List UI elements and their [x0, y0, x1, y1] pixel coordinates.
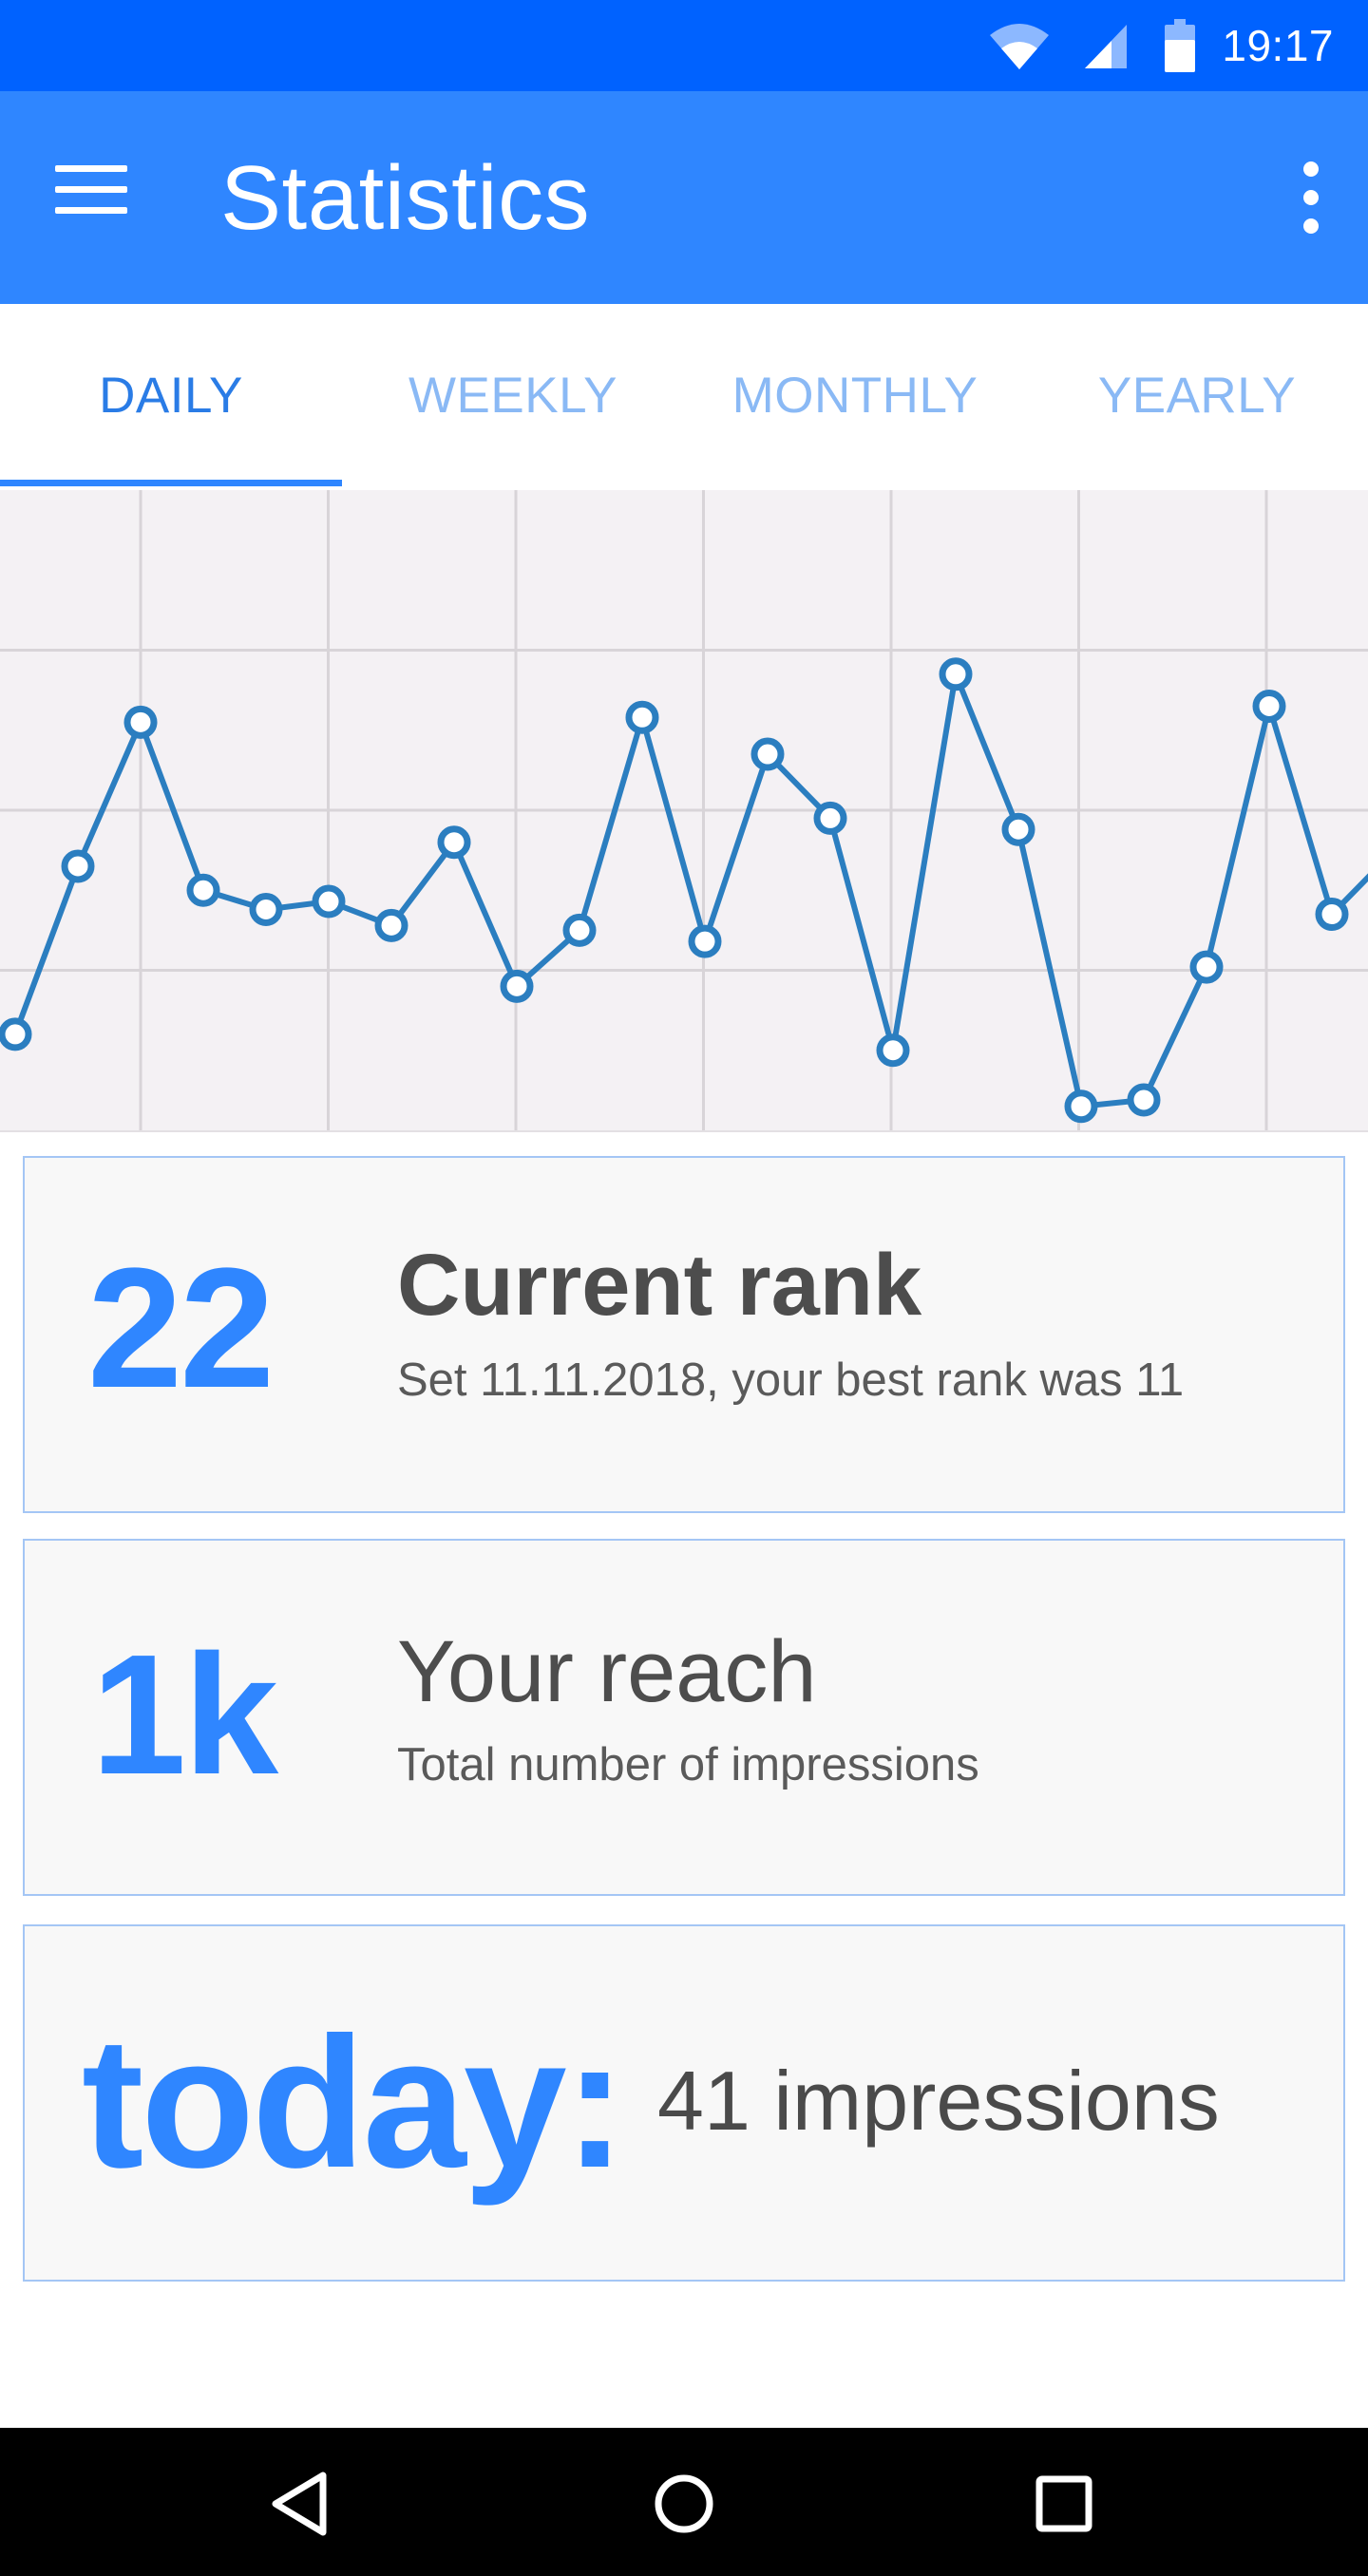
data-point[interactable] — [312, 884, 346, 919]
back-icon[interactable] — [264, 2464, 344, 2544]
tab-yearly[interactable]: YEARLY — [1026, 304, 1368, 486]
battery-icon — [1165, 19, 1196, 72]
data-point[interactable] — [374, 908, 408, 942]
data-point[interactable] — [1252, 689, 1286, 723]
tab-daily-label: DAILY — [99, 367, 243, 424]
tab-monthly[interactable]: MONTHLY — [684, 304, 1026, 486]
data-point[interactable] — [688, 924, 722, 958]
status-icons: 19:17 — [988, 0, 1334, 91]
rank-title: Current rank — [397, 1237, 922, 1334]
tab-daily[interactable]: DAILY — [0, 304, 342, 486]
data-point[interactable] — [1315, 898, 1349, 932]
system-nav-bar — [0, 2428, 1368, 2576]
tab-weekly-label: WEEKLY — [408, 367, 618, 424]
rank-value: 22 — [87, 1233, 275, 1424]
data-point[interactable] — [186, 873, 220, 907]
tab-indicator — [0, 480, 342, 486]
data-point[interactable] — [0, 1017, 32, 1051]
recents-icon[interactable] — [1024, 2464, 1104, 2544]
reach-subtitle: Total number of impressions — [397, 1739, 979, 1790]
data-point[interactable] — [1001, 812, 1036, 846]
today-label: today: — [82, 1998, 626, 2207]
tab-yearly-label: YEARLY — [1097, 367, 1297, 424]
data-point[interactable] — [61, 849, 95, 883]
hamburger-menu-icon[interactable] — [55, 165, 131, 226]
data-point[interactable] — [1127, 1083, 1161, 1117]
data-point[interactable] — [939, 657, 973, 691]
data-point[interactable] — [750, 737, 785, 771]
data-point[interactable] — [625, 700, 659, 734]
reach-value: 1k — [91, 1619, 278, 1810]
data-point[interactable] — [249, 892, 283, 926]
data-point[interactable] — [876, 1033, 910, 1068]
rank-subtitle: Set 11.11.2018, your best rank was 11 — [397, 1354, 1185, 1406]
tab-bar: DAILY WEEKLY MONTHLY YEARLY — [0, 304, 1368, 486]
status-time: 19:17 — [1222, 21, 1334, 70]
data-point[interactable] — [500, 969, 534, 1003]
reach-card[interactable]: 1k Your reach Total number of impression… — [23, 1539, 1345, 1896]
daily-line-chart — [0, 490, 1368, 1132]
data-point[interactable] — [813, 801, 847, 835]
today-card[interactable]: today: 41 impressions — [23, 1924, 1345, 2282]
data-point[interactable] — [562, 913, 597, 947]
more-vert-icon[interactable] — [1282, 158, 1340, 237]
data-point[interactable] — [437, 825, 471, 860]
data-point[interactable] — [124, 705, 158, 739]
data-point[interactable] — [1189, 950, 1224, 984]
current-rank-card[interactable]: 22 Current rank Set 11.11.2018, your bes… — [23, 1156, 1345, 1513]
home-icon[interactable] — [644, 2464, 724, 2544]
wifi-icon — [988, 20, 1051, 71]
app-bar: Statistics — [0, 91, 1368, 304]
tab-weekly[interactable]: WEEKLY — [342, 304, 684, 486]
chart-svg — [0, 490, 1368, 1130]
status-bar: 19:17 — [0, 0, 1368, 91]
cellular-signal-icon — [1083, 21, 1129, 70]
reach-title: Your reach — [397, 1623, 817, 1720]
tab-monthly-label: MONTHLY — [732, 367, 978, 424]
data-point[interactable] — [1064, 1089, 1098, 1124]
today-impressions: 41 impressions — [657, 2054, 1220, 2148]
page-title: Statistics — [220, 147, 591, 249]
